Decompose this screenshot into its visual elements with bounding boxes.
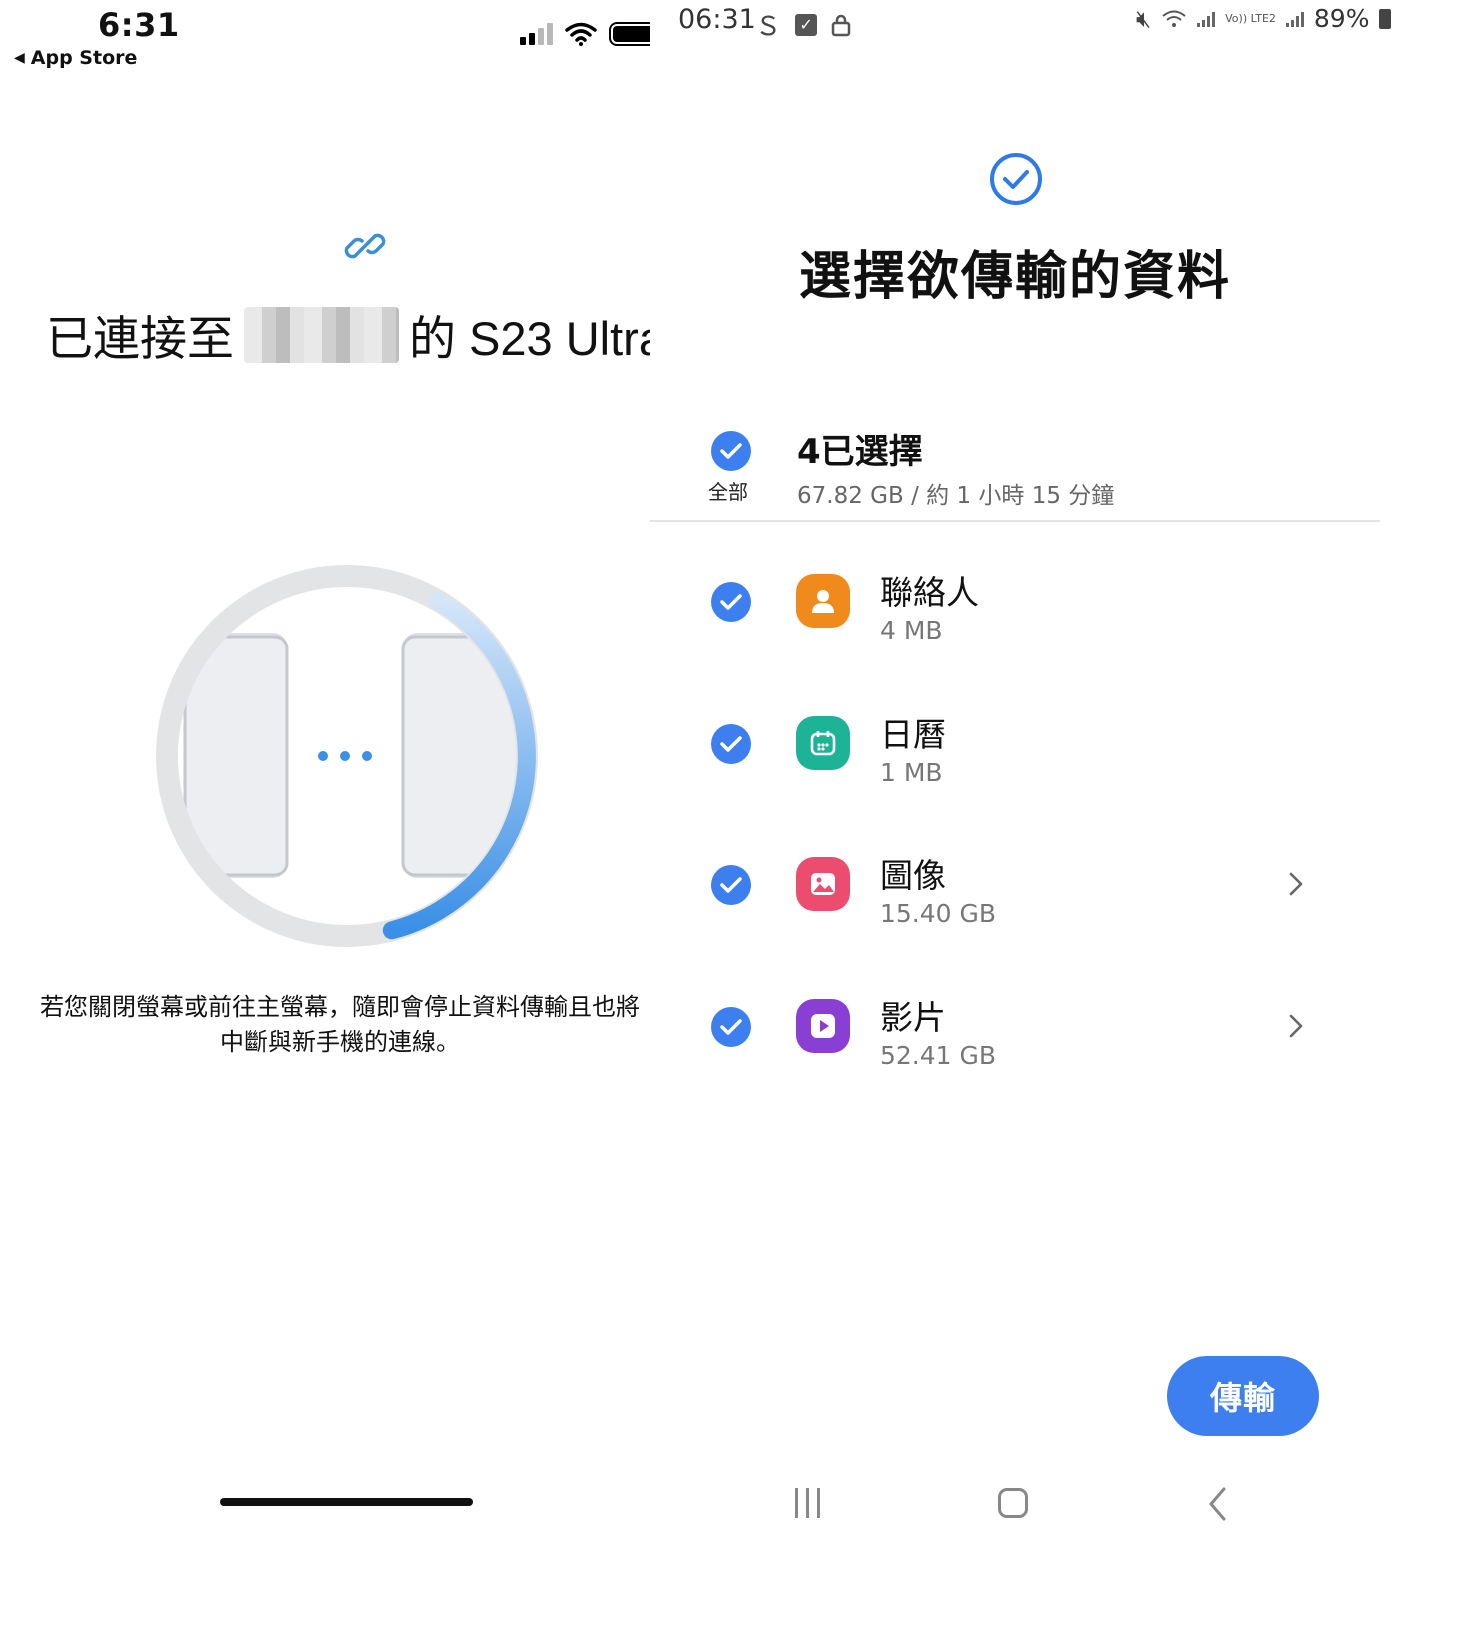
back-to-app-store-link[interactable]: ◀ App Store xyxy=(14,47,137,69)
item-checkbox[interactable] xyxy=(710,1006,752,1052)
home-nav-button[interactable] xyxy=(998,1488,1028,1518)
item-checkbox[interactable] xyxy=(710,723,752,769)
select-all-row[interactable]: 全部 4已選擇 67.82 GB / 約 1 小時 15 分鐘 xyxy=(650,420,1380,522)
signal-2-icon xyxy=(1285,11,1304,27)
battery-percent: 89% xyxy=(1313,4,1370,33)
connected-title: 已連接至 的 S23 Ultra xyxy=(46,300,665,369)
contacts-icon xyxy=(796,574,850,628)
gallery-icon xyxy=(796,857,850,911)
battery-icon xyxy=(1379,8,1392,29)
item-size: 1 MB xyxy=(880,758,943,787)
data-item-row[interactable]: 影片 52.41 GB xyxy=(650,973,1380,1093)
android-status-time: 06:31 xyxy=(678,4,756,35)
cellular-signal-icon xyxy=(520,23,553,45)
s-notification-icon: Ｓ xyxy=(755,12,782,42)
selected-summary: 67.82 GB / 約 1 小時 15 分鐘 xyxy=(797,483,1115,509)
chevron-right-icon[interactable] xyxy=(1286,869,1306,903)
recents-nav-button[interactable] xyxy=(795,1488,820,1518)
ios-status-icons xyxy=(520,22,663,46)
page-title: 選擇欲傳輸的資料 xyxy=(798,247,1231,307)
dot-3 xyxy=(362,751,372,761)
warning-text: 若您關閉螢幕或前往主螢幕，隨即會停止資料傳輸且也將 中斷與新手機的連線。 xyxy=(30,990,650,1060)
connected-title-suffix: 的 S23 Ultra xyxy=(409,312,665,365)
data-item-row[interactable]: 日曆 1 MB xyxy=(650,690,1380,810)
item-size: 15.40 GB xyxy=(880,899,997,928)
dot-1 xyxy=(318,751,328,761)
dot-2 xyxy=(340,751,350,761)
video-icon xyxy=(796,999,850,1053)
transfer-button[interactable]: 傳輸 xyxy=(1167,1356,1319,1436)
wifi-icon xyxy=(565,22,597,46)
back-nav-button[interactable] xyxy=(1206,1486,1230,1522)
ios-screen: 6:31 ◀ App Store 已連接至 的 S23 Ultra 若您關閉螢幕… xyxy=(0,0,690,1649)
data-item-row[interactable]: 聯絡人 4 MB xyxy=(650,548,1380,668)
android-screen: 06:31 Ｓ ✓ 🔇︎ Vo)) LTE2 89% 選擇欲傳輸的資料 全部 4… xyxy=(650,0,1477,1649)
volte-lte2-icon: Vo)) LTE2 xyxy=(1225,12,1276,25)
selected-count: 4已選擇 xyxy=(797,432,923,472)
item-name: 影片 xyxy=(880,998,946,1037)
warning-line-1: 若您關閉螢幕或前往主螢幕，隨即會停止資料傳輸且也將 xyxy=(40,993,640,1021)
signal-1-icon xyxy=(1197,11,1216,27)
chevron-right-icon[interactable] xyxy=(1286,1011,1306,1045)
home-indicator[interactable] xyxy=(220,1498,473,1506)
link-icon xyxy=(344,233,386,259)
item-checkbox[interactable] xyxy=(710,864,752,910)
item-name: 日曆 xyxy=(880,715,946,754)
check-notification-icon: ✓ xyxy=(795,13,818,36)
check-circle-icon xyxy=(990,153,1042,205)
select-all-checkbox[interactable] xyxy=(710,430,752,472)
blurred-owner-name xyxy=(244,306,399,363)
wifi-icon xyxy=(1162,10,1186,27)
mute-icon: 🔇︎ xyxy=(1136,4,1152,33)
item-size: 52.41 GB xyxy=(880,1041,997,1070)
item-name: 聯絡人 xyxy=(880,573,979,612)
back-triangle-icon: ◀ xyxy=(14,50,25,66)
select-all-label: 全部 xyxy=(708,480,748,504)
item-name: 圖像 xyxy=(880,856,946,895)
ios-status-time: 6:31 xyxy=(98,6,180,44)
back-label: App Store xyxy=(30,47,138,69)
connected-title-prefix: 已連接至 xyxy=(46,312,234,365)
item-size: 4 MB xyxy=(880,616,943,645)
lock-notification-icon xyxy=(831,14,851,36)
phone-transfer-illustration xyxy=(156,565,538,947)
warning-line-2: 中斷與新手機的連線。 xyxy=(220,1028,460,1056)
android-system-icons: 🔇︎ Vo)) LTE2 89% xyxy=(1136,4,1392,33)
item-checkbox[interactable] xyxy=(710,581,752,627)
data-item-row[interactable]: 圖像 15.40 GB xyxy=(650,831,1380,951)
calendar-icon xyxy=(796,716,850,770)
android-notification-icons: Ｓ ✓ xyxy=(755,6,851,43)
